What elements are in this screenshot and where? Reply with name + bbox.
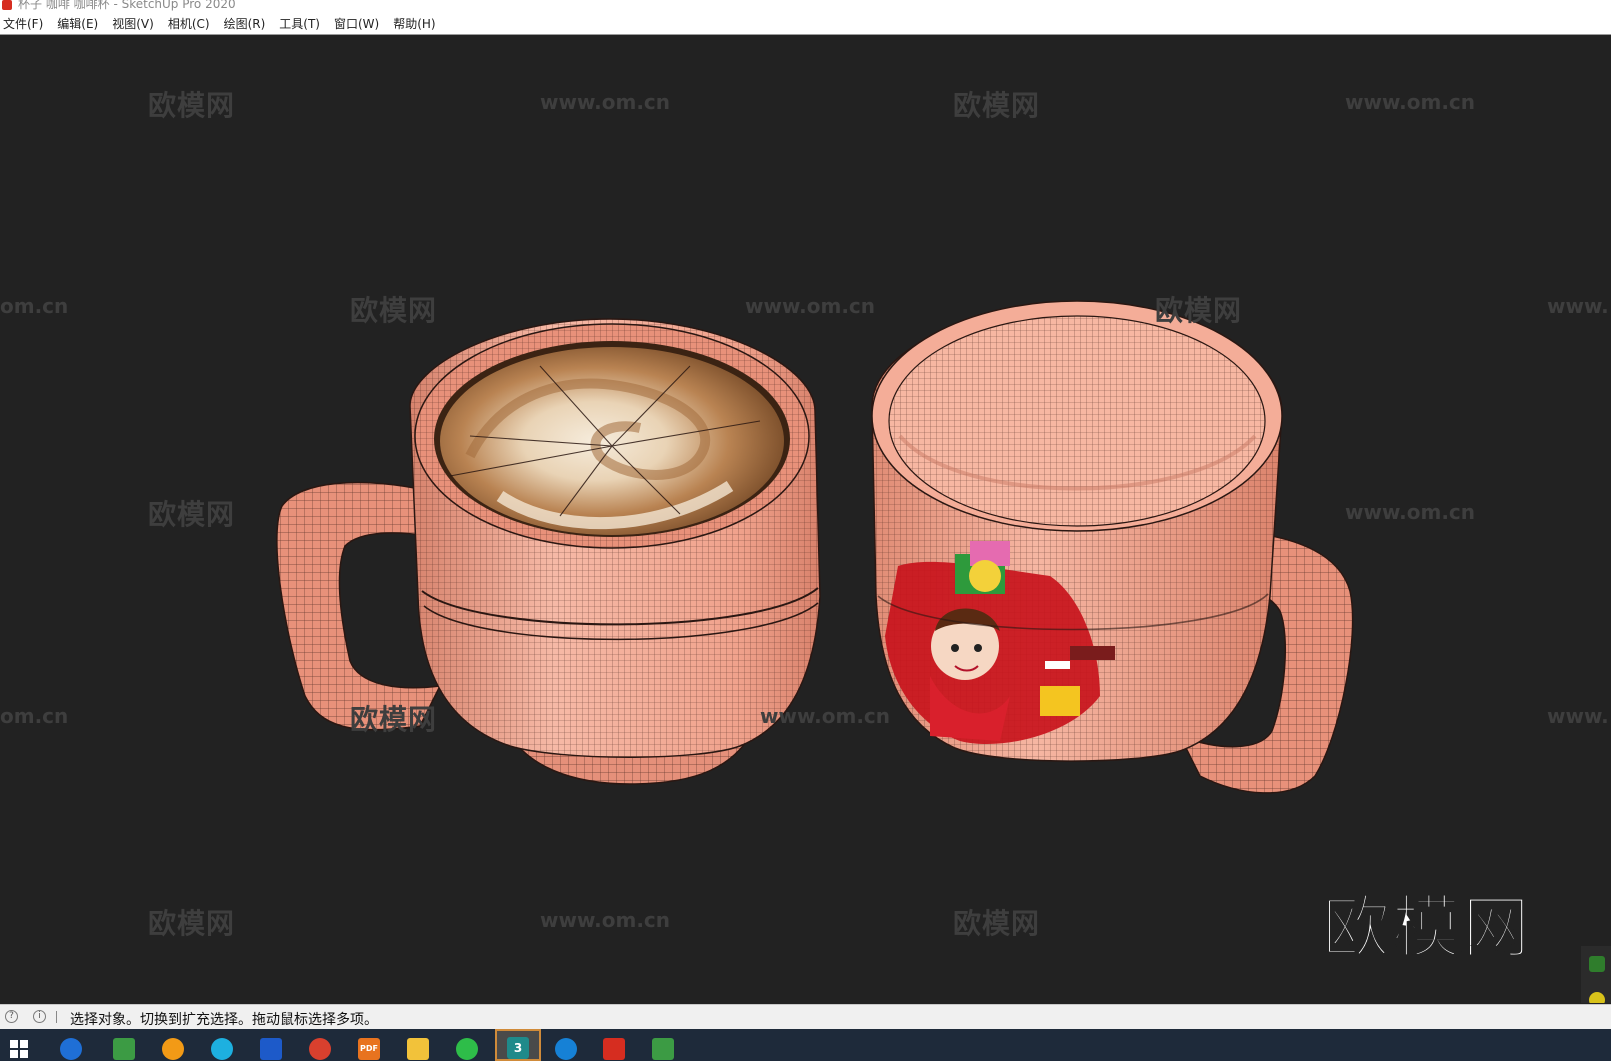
right-mug[interactable]: [871, 300, 1354, 794]
watermark: 欧模网: [148, 498, 236, 531]
window-title: 杯子 咖啡 咖啡杯 - SketchUp Pro 2020: [18, 0, 236, 11]
watermark: www.om.cn: [1345, 90, 1476, 114]
geolocation-icon[interactable]: ?: [5, 1010, 18, 1023]
gpu-icon[interactable]: [1589, 956, 1605, 972]
media-player-icon[interactable]: [162, 1038, 184, 1060]
watermark: om.cn: [0, 294, 69, 318]
active-taskbar-item[interactable]: 3: [495, 1029, 541, 1061]
watermark: www.: [1547, 704, 1609, 728]
watermark: www.om.cn: [745, 294, 876, 318]
watermark: 欧模网: [1155, 294, 1243, 327]
menu-view[interactable]: 视图(V): [112, 15, 154, 32]
status-message: 选择对象。切换到扩充选择。拖动鼠标选择多项。: [70, 1012, 378, 1028]
sketchup-app-icon: [2, 0, 12, 10]
watermark: 欧模网: [953, 89, 1041, 122]
sketchup-icon[interactable]: [603, 1038, 625, 1060]
menu-camera[interactable]: 相机(C): [168, 15, 210, 32]
menu-help[interactable]: 帮助(H): [393, 15, 435, 32]
menu-bar: 文件(F) 编辑(E) 视图(V) 相机(C) 绘图(R) 工具(T) 窗口(W…: [0, 12, 1611, 35]
watermark: www.om.cn: [540, 90, 671, 114]
menu-file[interactable]: 文件(F): [3, 15, 43, 32]
title-bar[interactable]: 杯子 咖啡 咖啡杯 - SketchUp Pro 2020: [0, 0, 1611, 12]
watermark: 欧模网: [350, 703, 438, 736]
pdf-reader-icon[interactable]: PDF: [358, 1038, 380, 1060]
status-divider: [56, 1011, 57, 1023]
menu-draw[interactable]: 绘图(R): [224, 15, 266, 32]
file-explorer-icon[interactable]: [407, 1038, 429, 1060]
windows-taskbar: PDF: [0, 1029, 1611, 1061]
watermark: www.om.cn: [540, 908, 671, 932]
security-app-icon[interactable]: [211, 1038, 233, 1060]
menu-edit[interactable]: 编辑(E): [57, 15, 98, 32]
chrome-browser-icon[interactable]: [309, 1038, 331, 1060]
watermark: 欧模网: [148, 907, 236, 940]
image-viewer-icon[interactable]: [652, 1038, 674, 1060]
wechat-icon[interactable]: [456, 1038, 478, 1060]
watermark: 欧模网: [148, 89, 236, 122]
watermark: om.cn: [0, 704, 69, 728]
info-icon[interactable]: i: [33, 1010, 46, 1023]
ie-browser-icon[interactable]: [60, 1038, 82, 1060]
menu-window[interactable]: 窗口(W): [334, 15, 379, 32]
watermark: 欧模网: [953, 907, 1041, 940]
3dsmax-icon: 3: [507, 1037, 529, 1059]
windows-start-icon[interactable]: [10, 1040, 28, 1058]
add-icon[interactable]: [1589, 992, 1605, 1003]
brand-logo: 欧模网: [1321, 888, 1533, 969]
menu-tools[interactable]: 工具(T): [279, 15, 320, 32]
watermark: www.om.cn: [760, 704, 891, 728]
status-bar: ? i 选择对象。切换到扩充选择。拖动鼠标选择多项。: [0, 1004, 1611, 1029]
model-viewport[interactable]: 欧模网 www.om.cn 欧模网 www.om.cn om.cn 欧模网 ww…: [0, 36, 1611, 1003]
watermark: 欧模网: [350, 294, 438, 327]
edge-browser-icon[interactable]: [555, 1038, 577, 1060]
photo-app-icon[interactable]: [113, 1038, 135, 1060]
right-side-toolbar: [1581, 946, 1611, 1003]
video-app-icon[interactable]: [260, 1038, 282, 1060]
sketchup-window: 杯子 咖啡 咖啡杯 - SketchUp Pro 2020 文件(F) 编辑(E…: [0, 0, 1611, 1061]
watermark: www.om.cn: [1345, 500, 1476, 524]
watermark: www.: [1547, 294, 1609, 318]
